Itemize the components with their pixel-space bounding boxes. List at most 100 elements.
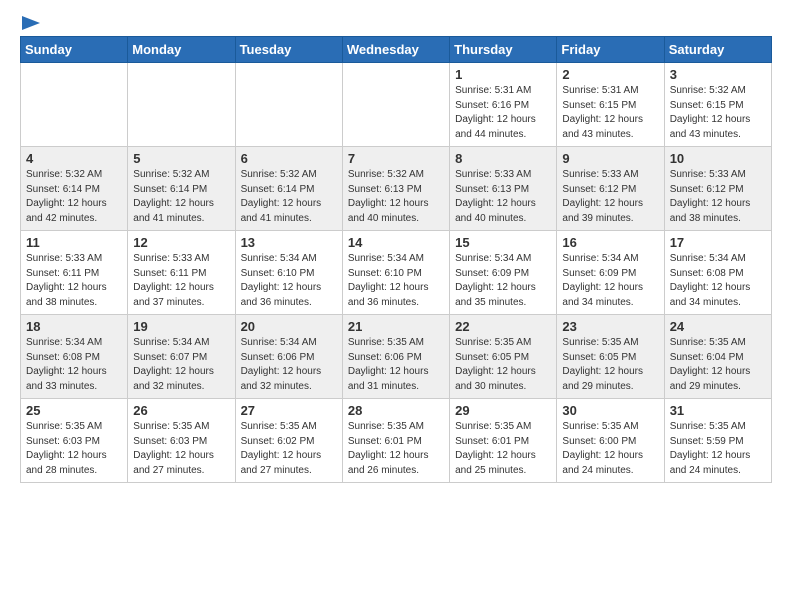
day-info: Sunrise: 5:34 AM Sunset: 6:09 PM Dayligh…: [562, 252, 658, 310]
calendar-cell: 13Sunrise: 5:34 AM Sunset: 6:10 PM Dayli…: [235, 231, 342, 315]
calendar-week-row: 11 Sunrise: 5:33 AM Sunset: 6:11 PM Dayli…: [21, 231, 772, 315]
day-number: 14: [348, 235, 444, 250]
day-number: 12: [133, 235, 229, 250]
day-info: Sunrise: 5:32 AM Sunset: 6:14 PM Dayligh…: [241, 168, 337, 226]
calendar-week-row: 1Sunrise: 5:31 AM Sunset: 6:16 PM Daylig…: [21, 63, 772, 147]
calendar-cell: 24 Sunrise: 5:35 AM Sunset: 6:04 PM Dayli…: [664, 315, 771, 399]
page: SundayMondayTuesdayWednesdayThursdayFrid…: [0, 0, 792, 493]
calendar-cell: 25Sunrise: 5:35 AM Sunset: 6:03 PM Dayli…: [21, 399, 128, 483]
calendar-cell: 3 Sunrise: 5:32 AM Sunset: 6:15 PM Daylig…: [664, 63, 771, 147]
calendar-header-tuesday: Tuesday: [235, 37, 342, 63]
day-info: Sunrise: 5:35 AM Sunset: 6:05 PM Dayligh…: [455, 336, 551, 394]
day-number: 21: [348, 319, 444, 334]
day-number: 26: [133, 403, 229, 418]
day-info: Sunrise: 5:33 AM Sunset: 6:13 PM Dayligh…: [455, 168, 551, 226]
day-number: 7: [348, 151, 444, 166]
day-number: 5: [133, 151, 229, 166]
logo-arrow-icon: [22, 16, 40, 30]
day-info: Sunrise: 5:31 AM Sunset: 6:16 PM Dayligh…: [455, 84, 551, 142]
logo: [20, 16, 40, 28]
day-info: Sunrise: 5:33 AM Sunset: 6:12 PM Dayligh…: [562, 168, 658, 226]
calendar-cell: 8 Sunrise: 5:33 AM Sunset: 6:13 PM Daylig…: [450, 147, 557, 231]
day-number: 22: [455, 319, 551, 334]
day-number: 6: [241, 151, 337, 166]
calendar-cell: 10Sunrise: 5:33 AM Sunset: 6:12 PM Dayli…: [664, 147, 771, 231]
calendar-header-monday: Monday: [128, 37, 235, 63]
day-info: Sunrise: 5:32 AM Sunset: 6:14 PM Dayligh…: [26, 168, 122, 226]
calendar-cell: 9 Sunrise: 5:33 AM Sunset: 6:12 PM Daylig…: [557, 147, 664, 231]
calendar-cell: 28 Sunrise: 5:35 AM Sunset: 6:01 PM Dayli…: [342, 399, 449, 483]
day-number: 2: [562, 67, 658, 82]
calendar-cell: 6 Sunrise: 5:32 AM Sunset: 6:14 PM Daylig…: [235, 147, 342, 231]
day-info: Sunrise: 5:35 AM Sunset: 6:03 PM Dayligh…: [133, 420, 229, 478]
day-info: Sunrise: 5:31 AM Sunset: 6:15 PM Dayligh…: [562, 84, 658, 142]
day-number: 13: [241, 235, 337, 250]
header: [20, 16, 772, 28]
calendar-cell: 1Sunrise: 5:31 AM Sunset: 6:16 PM Daylig…: [450, 63, 557, 147]
day-info: Sunrise: 5:35 AM Sunset: 6:01 PM Dayligh…: [455, 420, 551, 478]
calendar-header-thursday: Thursday: [450, 37, 557, 63]
day-number: 16: [562, 235, 658, 250]
day-number: 3: [670, 67, 766, 82]
day-number: 10: [670, 151, 766, 166]
calendar-cell: 21Sunrise: 5:35 AM Sunset: 6:06 PM Dayli…: [342, 315, 449, 399]
calendar-header-wednesday: Wednesday: [342, 37, 449, 63]
day-info: Sunrise: 5:32 AM Sunset: 6:14 PM Dayligh…: [133, 168, 229, 226]
day-info: Sunrise: 5:35 AM Sunset: 5:59 PM Dayligh…: [670, 420, 766, 478]
calendar-cell: 26 Sunrise: 5:35 AM Sunset: 6:03 PM Dayli…: [128, 399, 235, 483]
day-info: Sunrise: 5:35 AM Sunset: 6:01 PM Dayligh…: [348, 420, 444, 478]
day-info: Sunrise: 5:35 AM Sunset: 6:05 PM Dayligh…: [562, 336, 658, 394]
calendar-table: SundayMondayTuesdayWednesdayThursdayFrid…: [20, 36, 772, 483]
calendar-cell: [342, 63, 449, 147]
day-number: 28: [348, 403, 444, 418]
day-number: 25: [26, 403, 122, 418]
day-info: Sunrise: 5:33 AM Sunset: 6:11 PM Dayligh…: [133, 252, 229, 310]
calendar-header-friday: Friday: [557, 37, 664, 63]
calendar-week-row: 4 Sunrise: 5:32 AM Sunset: 6:14 PM Daylig…: [21, 147, 772, 231]
day-number: 9: [562, 151, 658, 166]
calendar-cell: 18 Sunrise: 5:34 AM Sunset: 6:08 PM Dayli…: [21, 315, 128, 399]
calendar-cell: 14 Sunrise: 5:34 AM Sunset: 6:10 PM Dayli…: [342, 231, 449, 315]
day-info: Sunrise: 5:35 AM Sunset: 6:02 PM Dayligh…: [241, 420, 337, 478]
calendar-header-saturday: Saturday: [664, 37, 771, 63]
calendar-cell: 11 Sunrise: 5:33 AM Sunset: 6:11 PM Dayli…: [21, 231, 128, 315]
day-number: 8: [455, 151, 551, 166]
calendar-week-row: 25 Sunrise: 5:35 AM Sunset: 6:03 PM Dayli…: [21, 399, 772, 483]
day-info: Sunrise: 5:32 AM Sunset: 6:15 PM Dayligh…: [670, 84, 766, 142]
day-number: 18: [26, 319, 122, 334]
calendar-cell: 29 Sunrise: 5:35 AM Sunset: 6:01 PM Dayli…: [450, 399, 557, 483]
calendar-cell: 4 Sunrise: 5:32 AM Sunset: 6:14 PM Daylig…: [21, 147, 128, 231]
day-number: 19: [133, 319, 229, 334]
day-number: 30: [562, 403, 658, 418]
calendar-cell: 31Sunrise: 5:35 AM Sunset: 5:59 PM Dayli…: [664, 399, 771, 483]
calendar-cell: 30 Sunrise: 5:35 AM Sunset: 6:00 PM Dayli…: [557, 399, 664, 483]
day-info: Sunrise: 5:35 AM Sunset: 6:00 PM Dayligh…: [562, 420, 658, 478]
calendar-cell: [235, 63, 342, 147]
day-info: Sunrise: 5:35 AM Sunset: 6:04 PM Dayligh…: [670, 336, 766, 394]
day-info: Sunrise: 5:33 AM Sunset: 6:11 PM Dayligh…: [26, 252, 122, 310]
day-info: Sunrise: 5:34 AM Sunset: 6:07 PM Dayligh…: [133, 336, 229, 394]
day-info: Sunrise: 5:34 AM Sunset: 6:10 PM Dayligh…: [348, 252, 444, 310]
day-info: Sunrise: 5:32 AM Sunset: 6:13 PM Dayligh…: [348, 168, 444, 226]
day-number: 27: [241, 403, 337, 418]
calendar-cell: 12 Sunrise: 5:33 AM Sunset: 6:11 PM Dayli…: [128, 231, 235, 315]
day-number: 4: [26, 151, 122, 166]
calendar-cell: 19 Sunrise: 5:34 AM Sunset: 6:07 PM Dayli…: [128, 315, 235, 399]
calendar-header-row: SundayMondayTuesdayWednesdayThursdayFrid…: [21, 37, 772, 63]
day-number: 11: [26, 235, 122, 250]
calendar-cell: [21, 63, 128, 147]
day-number: 20: [241, 319, 337, 334]
day-info: Sunrise: 5:34 AM Sunset: 6:09 PM Dayligh…: [455, 252, 551, 310]
calendar-header-sunday: Sunday: [21, 37, 128, 63]
calendar-cell: 17Sunrise: 5:34 AM Sunset: 6:08 PM Dayli…: [664, 231, 771, 315]
calendar-cell: 7 Sunrise: 5:32 AM Sunset: 6:13 PM Daylig…: [342, 147, 449, 231]
calendar-week-row: 18 Sunrise: 5:34 AM Sunset: 6:08 PM Dayli…: [21, 315, 772, 399]
calendar-cell: 20Sunrise: 5:34 AM Sunset: 6:06 PM Dayli…: [235, 315, 342, 399]
calendar-cell: 22 Sunrise: 5:35 AM Sunset: 6:05 PM Dayli…: [450, 315, 557, 399]
day-number: 24: [670, 319, 766, 334]
calendar-cell: 15Sunrise: 5:34 AM Sunset: 6:09 PM Dayli…: [450, 231, 557, 315]
day-number: 29: [455, 403, 551, 418]
day-number: 23: [562, 319, 658, 334]
calendar-cell: [128, 63, 235, 147]
day-info: Sunrise: 5:34 AM Sunset: 6:08 PM Dayligh…: [26, 336, 122, 394]
